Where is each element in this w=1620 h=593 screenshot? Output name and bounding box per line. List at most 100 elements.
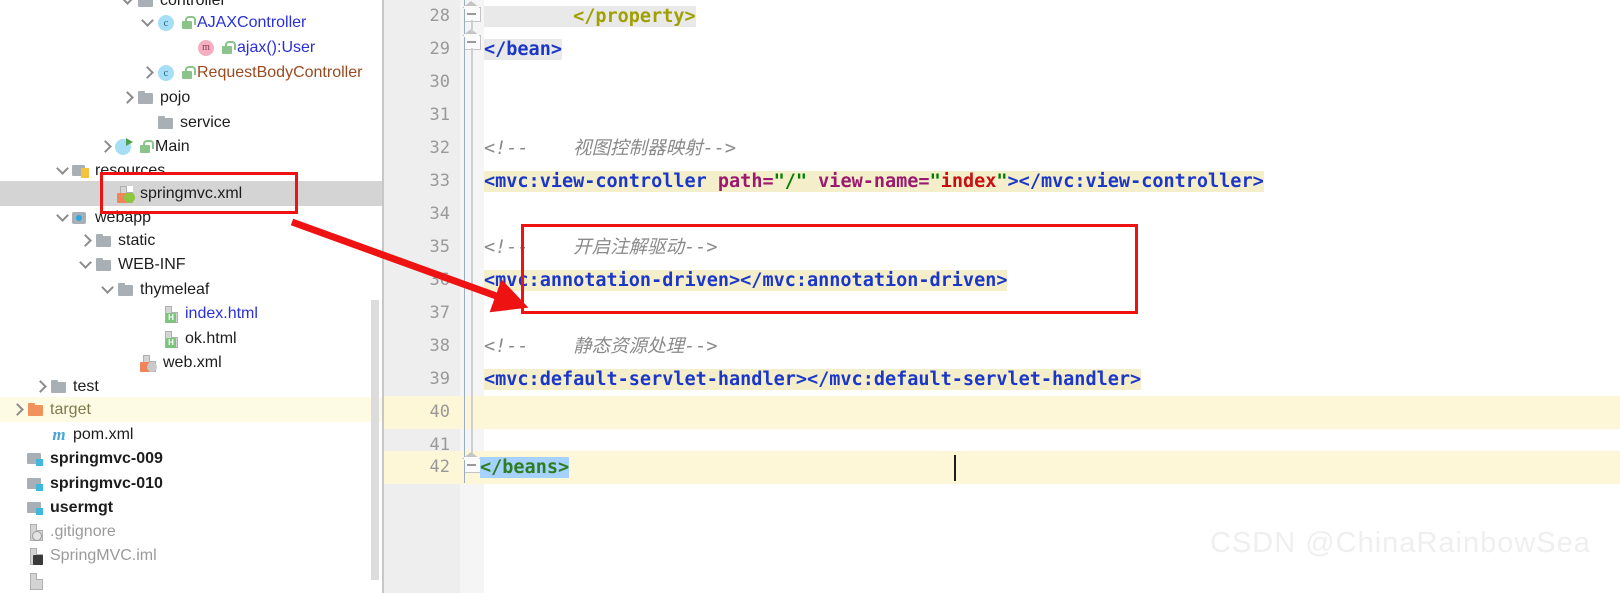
code-line-42[interactable]: </beans>: [480, 451, 570, 484]
tree-item-ajaxcontroller[interactable]: AJAXController: [0, 10, 384, 35]
tree-item-usermgt[interactable]: usermgt: [0, 495, 384, 520]
row-highlight-code: [484, 451, 1620, 484]
html-file-icon: H: [162, 305, 180, 323]
tree-item-test[interactable]: test: [0, 374, 384, 399]
code-token: view-name=: [818, 171, 930, 192]
row-highlight-code: [484, 396, 1620, 429]
tree-item-label: SpringMVC.iml: [50, 546, 157, 564]
tree-item-pom-xml[interactable]: pom.xml: [0, 422, 384, 447]
code-line-32[interactable]: <!-- 视图控制器映射-->: [484, 132, 736, 165]
chevron-down-icon[interactable]: [78, 257, 93, 272]
web-xml-file-icon: [140, 354, 158, 372]
line-number: 33: [429, 171, 450, 191]
folder-icon: [137, 0, 155, 10]
chevron-down-icon[interactable]: [120, 0, 135, 8]
line-number: 40: [429, 402, 450, 422]
code-token: ></mvc:view-controller>: [1007, 171, 1264, 192]
module-folder-icon: [27, 475, 45, 493]
tree-item-web-xml[interactable]: web.xml: [0, 350, 384, 375]
git-badge: [32, 530, 42, 541]
tree-item-label: .gitignore: [50, 522, 116, 540]
tree-item-label: springmvc-009: [50, 449, 163, 467]
code-line-33[interactable]: <mvc:view-controller path="/" view-name=…: [484, 165, 1264, 198]
tree-item-label: ok.html: [185, 329, 237, 347]
code-line-29[interactable]: </bean>: [484, 33, 562, 66]
tree-item-row-24[interactable]: [0, 568, 384, 593]
tree-item-label: thymeleaf: [140, 280, 210, 298]
tree-item-label: service: [180, 113, 231, 131]
code-token: </property>: [573, 6, 696, 27]
code-token: [484, 6, 574, 27]
tree-item-label: WEB-INF: [118, 255, 186, 273]
code-line-38[interactable]: <!-- 静态资源处理-->: [484, 330, 718, 363]
tree-item-service[interactable]: service: [0, 110, 384, 135]
chevron-down-icon[interactable]: [140, 15, 155, 30]
tree-item-ajax-user[interactable]: ajax():User: [0, 35, 384, 60]
tree-item-target[interactable]: target: [0, 397, 384, 422]
tree-item-springmvc-009[interactable]: springmvc-009: [0, 446, 384, 471]
fold-cap: [464, 457, 479, 460]
fold-minus-icon: [467, 41, 476, 43]
tree-item-springmvc-010[interactable]: springmvc-010: [0, 471, 384, 496]
tree-item-pojo[interactable]: pojo: [0, 85, 384, 110]
chevron-right-icon[interactable]: [98, 139, 113, 154]
text-caret: [954, 455, 956, 481]
code-line-28[interactable]: </property>: [484, 0, 696, 33]
tree-item-label: Main: [155, 137, 190, 155]
fold-connector-0: [471, 20, 473, 32]
folder-icon: [95, 256, 113, 274]
resources-folder-icon: [72, 162, 90, 180]
tree-item-label: pom.xml: [73, 425, 134, 443]
webapp-folder-icon: [72, 209, 90, 227]
red-highlight-box-springmvc-xml: [100, 172, 298, 214]
java-method-icon: [197, 39, 215, 57]
chevron-down-icon[interactable]: [55, 210, 70, 225]
chevron-right-icon[interactable]: [120, 90, 135, 105]
folder-icon: [50, 378, 68, 396]
tree-item-label: springmvc-010: [50, 474, 163, 492]
html-badge: H: [166, 312, 176, 323]
line-number: 32: [429, 138, 450, 158]
runnable-class-icon: [115, 137, 133, 156]
code-line-39[interactable]: <mvc:default-servlet-handler></mvc:defau…: [484, 363, 1142, 396]
tree-item-requestbodycontroller[interactable]: RequestBodyController: [0, 60, 384, 85]
screenshot-root: controller AJAXController ajax():User Reque…: [0, 0, 1620, 593]
code-token: <mvc:view-controller: [484, 171, 718, 192]
public-lock-icon: [220, 39, 236, 57]
file-icon: [27, 572, 45, 590]
code-token: <mvc:default-servlet-handler></mvc:defau…: [484, 369, 1142, 390]
tree-item-main[interactable]: Main: [0, 134, 384, 159]
java-class-icon: [157, 14, 175, 32]
chevron-right-icon[interactable]: [33, 379, 48, 394]
chevron-right-icon[interactable]: [10, 402, 25, 417]
line-number: 29: [429, 39, 450, 59]
chevron-right-icon[interactable]: [78, 233, 93, 248]
line-number: 42: [429, 457, 450, 477]
folder-orange-icon: [27, 401, 45, 419]
chevron-down-icon[interactable]: [100, 282, 115, 297]
line-number: 38: [429, 336, 450, 356]
tree-item-label: usermgt: [50, 498, 114, 516]
code-token: <!-- 静态资源处理-->: [484, 336, 718, 357]
code-token: [807, 171, 819, 192]
chevron-right-icon[interactable]: [140, 65, 155, 80]
folder-icon: [117, 281, 135, 299]
tree-item--gitignore[interactable]: .gitignore: [0, 519, 384, 544]
tree-item-springmvc-iml[interactable]: SpringMVC.iml: [0, 543, 384, 568]
chevron-down-icon[interactable]: [55, 163, 70, 178]
java-class-icon: [157, 64, 175, 82]
maven-pom-icon: [50, 425, 68, 445]
gitignore-file-icon: [27, 523, 45, 541]
tree-vertical-scrollbar[interactable]: [371, 300, 379, 580]
line-number: 30: [429, 72, 450, 92]
fold-minus-icon: [467, 13, 476, 15]
public-lock-icon: [180, 64, 196, 82]
line-number: 31: [429, 105, 450, 125]
tree-item-label: pojo: [160, 88, 191, 106]
html-file-icon: H: [162, 330, 180, 348]
code-token: ": [929, 171, 941, 192]
